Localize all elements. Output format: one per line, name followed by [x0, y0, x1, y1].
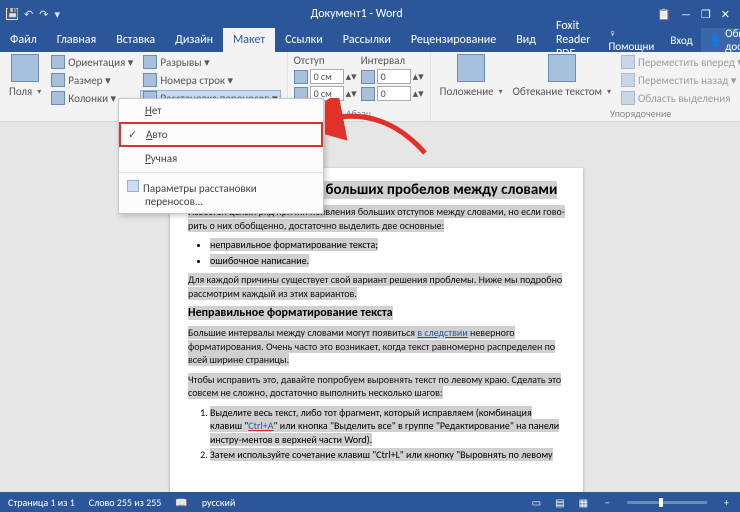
status-bar: Страница 1 из 1 Слово 255 из 255 📖 русск… — [0, 492, 740, 512]
status-words[interactable]: Слово 255 из 255 — [89, 496, 162, 509]
tab-review[interactable]: Рецензирование — [401, 28, 506, 52]
tab-layout[interactable]: Макет — [223, 28, 275, 52]
indent-left-icon — [294, 70, 308, 84]
doc-subheading[interactable]: Неправильное форматирование текста — [188, 306, 393, 320]
tab-design[interactable]: Дизайн — [165, 28, 223, 52]
document-page[interactable]: Причины появления больших пробелов между… — [170, 168, 583, 492]
tab-mailings[interactable]: Рассылки — [333, 28, 401, 52]
size-button[interactable]: Размер ▾ — [48, 72, 136, 88]
dropdown-separator — [119, 172, 323, 173]
tab-file[interactable]: Файл — [0, 28, 47, 52]
spacing-label: Интервал — [361, 54, 424, 67]
zoom-thumb[interactable] — [659, 498, 663, 507]
doc-list-item[interactable]: неправильное форматирование текста; — [210, 238, 378, 251]
group-label-arrange: Упорядочение — [437, 107, 740, 121]
status-language[interactable]: русский — [202, 496, 236, 509]
breaks-icon — [143, 55, 157, 69]
undo-icon[interactable]: ↶ — [24, 8, 33, 21]
bring-forward-button: Переместить вперед ▾ — [618, 54, 740, 70]
columns-icon — [51, 91, 65, 105]
doc-text[interactable]: Для каждой причины существует свой вариа… — [188, 273, 562, 300]
selection-pane-icon — [621, 91, 635, 105]
indent-left[interactable]: 0 см▴▾ — [294, 69, 357, 84]
restore-icon[interactable]: ❐ — [701, 8, 711, 21]
size-icon — [51, 73, 65, 87]
indent-label: Отступ — [294, 54, 357, 67]
spacing-after-icon — [361, 87, 375, 101]
tab-view[interactable]: Вид — [506, 28, 546, 52]
ribbon-display-options-icon[interactable]: 📋 — [657, 8, 671, 21]
selection-pane-button[interactable]: Область выделения — [618, 90, 740, 106]
options-icon — [127, 180, 139, 192]
tab-home[interactable]: Главная — [47, 28, 106, 52]
minimize-icon[interactable]: — — [681, 8, 691, 21]
zoom-slider[interactable] — [627, 501, 707, 504]
doc-shortcut[interactable]: Ctrl+A — [248, 419, 273, 432]
wrap-icon — [548, 54, 576, 82]
zoom-out-button[interactable]: − — [602, 496, 613, 509]
hyphenation-none[interactable]: Нет — [119, 99, 323, 122]
view-print-icon[interactable]: ▤ — [555, 496, 564, 509]
doc-text[interactable]: Большие интервалы между словами могут по… — [188, 326, 417, 339]
doc-list-item[interactable]: Затем используйте сочетание клавиш "Ctrl… — [210, 448, 553, 461]
spacing-before[interactable]: 0▴▾ — [361, 69, 424, 84]
margins-icon — [11, 54, 39, 82]
position-button[interactable]: Положение — [437, 84, 506, 99]
ribbon: Поля Ориентация ▾ Размер ▾ Колонки ▾ Раз… — [0, 52, 740, 122]
send-backward-button: Переместить назад ▾ — [618, 72, 740, 88]
redo-icon[interactable]: ↷ — [39, 8, 48, 21]
doc-list-item[interactable]: Выделите весь текст, либо тот фрагмент, … — [210, 406, 565, 447]
bring-forward-icon — [621, 55, 635, 69]
hyphenation-dropdown: Нет Авто Ручная Параметры расстановки пе… — [118, 98, 324, 214]
hyphenation-auto[interactable]: Авто — [120, 123, 322, 146]
wrap-button[interactable]: Обтекание текстом — [510, 84, 614, 99]
qat-dropdown-icon[interactable]: ▾ — [54, 8, 60, 21]
tell-me[interactable]: ♀ Помощни — [600, 28, 662, 52]
share-icon: 👤 — [709, 34, 723, 47]
send-backward-icon — [621, 73, 635, 87]
line-numbers-button[interactable]: Номера строк ▾ — [140, 72, 280, 88]
orientation-icon — [51, 55, 65, 69]
ribbon-tabs: Файл Главная Вставка Дизайн Макет Ссылки… — [0, 28, 740, 52]
hyphenation-manual[interactable]: Ручная — [119, 147, 323, 170]
position-icon — [457, 54, 485, 82]
spacing-after[interactable]: 0▴▾ — [361, 86, 424, 101]
doc-link[interactable]: в следствии — [417, 326, 467, 339]
status-proofing-icon[interactable]: 📖 — [175, 496, 187, 509]
orientation-button[interactable]: Ориентация ▾ — [48, 54, 136, 70]
status-page[interactable]: Страница 1 из 1 — [8, 496, 75, 509]
title-bar: 💾 ↶ ↷ ▾ Документ1 - Word 📋 — ❐ ✕ — [0, 0, 740, 28]
breaks-button[interactable]: Разрывы ▾ — [140, 54, 280, 70]
close-icon[interactable]: ✕ — [721, 8, 730, 21]
doc-text[interactable]: рить о них обобщенно, достаточно выделит… — [188, 219, 444, 232]
tab-references[interactable]: Ссылки — [275, 28, 333, 52]
tab-insert[interactable]: Вставка — [106, 28, 165, 52]
line-numbers-icon — [143, 73, 157, 87]
view-web-icon[interactable]: ▦ — [579, 496, 588, 509]
share-button[interactable]: 👤Общий доступ — [701, 28, 740, 52]
zoom-in-button[interactable]: + — [721, 496, 732, 509]
group-arrange: Положение Обтекание текстом Переместить … — [431, 52, 740, 121]
doc-list-item[interactable]: ошибочное написание. — [210, 254, 309, 267]
tab-foxit[interactable]: Foxit Reader PDF — [546, 28, 600, 52]
margins-button[interactable]: Поля — [6, 84, 44, 99]
document-area[interactable]: Причины появления больших пробелов между… — [0, 122, 740, 492]
sign-in[interactable]: Вход — [662, 28, 700, 52]
doc-text[interactable]: Чтобы исправить это, давайте попробуем в… — [188, 373, 561, 400]
save-icon[interactable]: 💾 — [6, 8, 18, 20]
view-read-icon[interactable]: ▭ — [532, 496, 541, 509]
spacing-before-icon — [361, 70, 375, 84]
hyphenation-options[interactable]: Параметры расстановки переносов... — [119, 175, 323, 213]
